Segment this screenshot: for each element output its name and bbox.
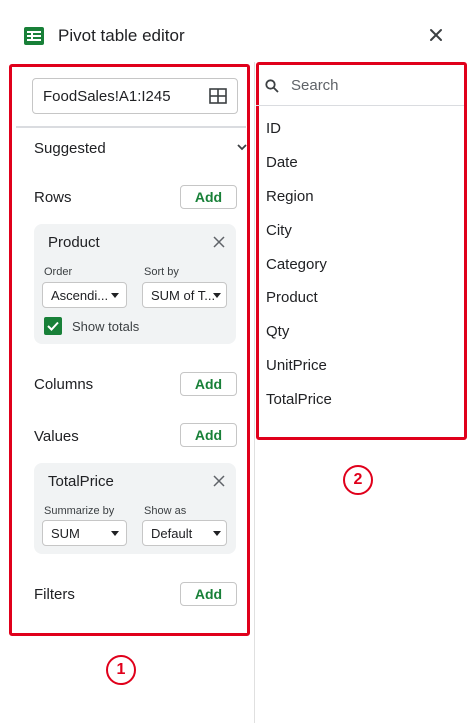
sheets-icon [24,27,44,45]
check-icon [47,321,59,331]
chevron-down-icon[interactable] [236,142,248,152]
data-range-field[interactable]: FoodSales!A1:I245 [32,78,238,114]
show-totals-checkbox[interactable] [44,317,62,335]
field-item-region[interactable]: Region [266,188,314,205]
rows-add-button[interactable]: Add [180,185,237,209]
summarize-by-label: Summarize by [44,505,115,517]
search-icon [265,79,279,93]
field-item-category[interactable]: Category [266,256,327,273]
sort-by-value: SUM of T... [151,288,216,303]
rows-card-title: Product [48,234,100,251]
filters-add-button[interactable]: Add [180,582,237,606]
sort-by-dropdown[interactable]: SUM of T... [142,282,227,308]
panel-divider [254,62,255,723]
order-label: Order [44,266,73,278]
remove-row-icon[interactable] [213,236,225,248]
annotation-marker-2: 2 [343,465,373,495]
columns-label: Columns [34,376,94,393]
values-card-title: TotalPrice [48,473,114,490]
sort-by-label: Sort by [144,266,179,278]
editor-title: Pivot table editor [58,26,185,45]
summarize-by-value: SUM [51,526,80,541]
show-as-label: Show as [144,505,187,517]
dropdown-arrow-icon [213,531,221,536]
field-item-qty[interactable]: Qty [266,323,289,340]
dropdown-arrow-icon [111,531,119,536]
range-separator [16,126,246,128]
editor-header: Pivot table editor [0,0,474,70]
order-value: Ascendi... [51,288,109,303]
order-dropdown[interactable]: Ascendi... [42,282,127,308]
field-item-totalprice[interactable]: TotalPrice [266,391,332,408]
rows-label: Rows [34,189,72,206]
field-item-id[interactable]: ID [266,120,281,137]
field-item-date[interactable]: Date [266,154,298,171]
field-item-product[interactable]: Product [266,289,318,306]
close-icon[interactable] [427,26,445,44]
columns-add-button[interactable]: Add [180,372,237,396]
field-item-city[interactable]: City [266,222,292,239]
dropdown-arrow-icon [111,293,119,298]
annotation-marker-1: 1 [106,655,136,685]
show-as-value: Default [151,526,193,541]
annotation-box-2 [256,62,467,440]
field-search-input[interactable]: Search [291,77,339,94]
dropdown-arrow-icon [213,293,221,298]
filters-label: Filters [34,586,75,603]
values-add-button[interactable]: Add [180,423,237,447]
remove-value-icon[interactable] [213,475,225,487]
values-totalprice-card: TotalPrice Summarize by Show as SUM Defa… [34,463,236,554]
show-totals-label: Show totals [72,319,140,334]
show-as-dropdown[interactable]: Default [142,520,227,546]
grid-select-icon[interactable] [209,88,227,104]
suggested-label[interactable]: Suggested [34,140,106,157]
field-item-unitprice[interactable]: UnitPrice [266,357,327,374]
search-separator [256,105,464,106]
data-range-value: FoodSales!A1:I245 [43,88,171,105]
values-label: Values [34,428,79,445]
summarize-by-dropdown[interactable]: SUM [42,520,127,546]
rows-product-card: Product Order Sort by Ascendi... SUM of … [34,224,236,344]
